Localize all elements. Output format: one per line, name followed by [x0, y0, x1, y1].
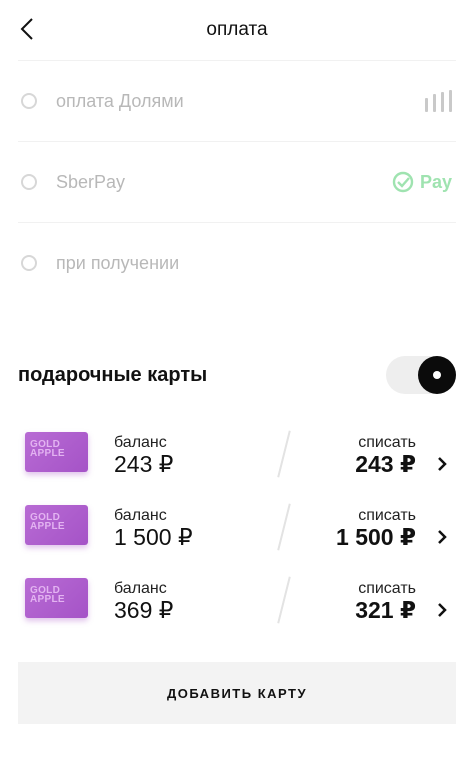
- debit-label: списать: [358, 580, 416, 597]
- gift-card-row[interactable]: GOLD APPLE баланс 243 ₽ списать 243 ₽: [18, 418, 456, 491]
- chevron-right-icon[interactable]: [432, 600, 452, 620]
- header: оплата: [0, 0, 474, 60]
- add-card-button[interactable]: ДОБАВИТЬ КАРТУ: [18, 662, 456, 724]
- card-brand-logo: GOLD APPLE: [30, 512, 65, 532]
- debit-label: списать: [358, 507, 416, 524]
- debit-value: 1 500 ₽: [336, 524, 416, 550]
- toggle-knob: [418, 356, 456, 394]
- gift-cards-header: подарочные карты: [18, 355, 456, 395]
- radio-button[interactable]: [21, 174, 37, 190]
- gift-card-thumbnail: GOLD APPLE: [25, 578, 88, 618]
- radio-button[interactable]: [21, 255, 37, 271]
- divider: [277, 503, 291, 551]
- balance-label: баланс: [114, 580, 167, 597]
- sberpay-badge-text: Pay: [419, 171, 452, 192]
- divider: [277, 430, 291, 478]
- debit-value: 243 ₽: [355, 451, 416, 477]
- dolyami-bars-icon: [425, 90, 452, 112]
- card-brand-logo: GOLD APPLE: [30, 439, 65, 459]
- gift-cards-toggle[interactable]: [386, 356, 456, 394]
- chevron-right-icon[interactable]: [432, 527, 452, 547]
- payment-method-list: оплата Долями SberPay Pay при получении: [18, 60, 456, 303]
- divider: [277, 576, 291, 624]
- balance-value: 243 ₽: [114, 451, 174, 477]
- gift-card-list: GOLD APPLE баланс 243 ₽ списать 243 ₽ GO…: [18, 418, 456, 637]
- payment-option-dolyami[interactable]: оплата Долями: [18, 60, 456, 141]
- balance-value: 1 500 ₽: [114, 524, 193, 550]
- chevron-right-icon[interactable]: [432, 454, 452, 474]
- gift-card-thumbnail: GOLD APPLE: [25, 505, 88, 545]
- radio-button[interactable]: [21, 93, 37, 109]
- card-brand-logo: GOLD APPLE: [30, 585, 65, 605]
- page-title: оплата: [206, 19, 268, 40]
- payment-option-label: SberPay: [56, 171, 126, 192]
- payment-option-label: оплата Долями: [56, 90, 184, 111]
- sberpay-logo: Pay: [392, 171, 452, 193]
- balance-label: баланс: [114, 434, 167, 451]
- gift-cards-title: подарочные карты: [18, 363, 208, 386]
- payment-option-on-delivery[interactable]: при получении: [18, 222, 456, 303]
- sberpay-check-icon: [392, 171, 414, 193]
- balance-label: баланс: [114, 507, 167, 524]
- balance-value: 369 ₽: [114, 597, 174, 623]
- debit-value: 321 ₽: [355, 597, 416, 623]
- payment-option-label: при получении: [56, 252, 180, 273]
- gift-card-row[interactable]: GOLD APPLE баланс 369 ₽ списать 321 ₽: [18, 564, 456, 637]
- gift-card-thumbnail: GOLD APPLE: [25, 432, 88, 472]
- payment-option-sberpay[interactable]: SberPay Pay: [18, 141, 456, 222]
- debit-label: списать: [358, 434, 416, 451]
- gift-card-row[interactable]: GOLD APPLE баланс 1 500 ₽ списать 1 500 …: [18, 491, 456, 564]
